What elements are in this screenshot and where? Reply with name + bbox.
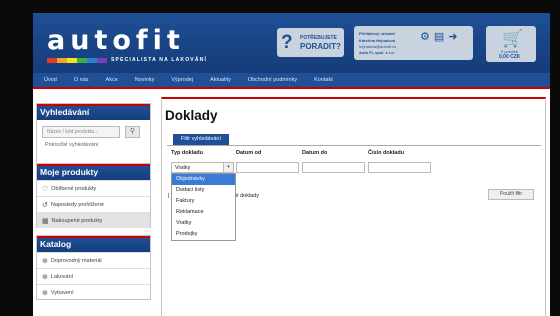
user-panel: Přihlášený uživatel Kateřina Hejnalová h… <box>354 26 473 60</box>
sidebar-item-painting[interactable]: ⊕ Lakování <box>37 268 150 284</box>
nav-item-novinky[interactable]: Novinky <box>135 77 155 83</box>
sidebar-item-label: Lakování <box>50 273 74 280</box>
nav-item-uvod[interactable]: Úvod <box>44 77 57 83</box>
tagline-row: SPECIALISTA NA LAKOVÁNÍ <box>47 57 207 63</box>
tab-filter[interactable]: Filtr vyhledávání <box>173 134 229 145</box>
nav-item-kontakt[interactable]: Kontakt <box>314 77 333 83</box>
user-company: Auto FI, spol. s r.o. <box>359 50 395 55</box>
nav-item-obchodni-podminky[interactable]: Obchodní podmínky <box>248 77 297 83</box>
advice-button[interactable]: ? POTŘEBUJETE PORADIT? <box>277 28 344 57</box>
date-to-input[interactable] <box>302 162 365 173</box>
nav-divider <box>33 87 550 89</box>
search-box-title: Vyhledávání <box>37 104 150 120</box>
plus-circle-icon: ⊕ <box>42 257 48 265</box>
color-stripes <box>47 57 107 63</box>
history-icon: ↺ <box>42 201 48 209</box>
search-icon: ⚲ <box>129 128 136 135</box>
user-label: Přihlášený uživatel <box>359 31 396 36</box>
dropdown-option-invoices[interactable]: Faktury <box>172 196 235 207</box>
nav-item-o-nas[interactable]: O nás <box>74 77 89 83</box>
advice-bottom-label: PORADIT? <box>300 42 341 51</box>
products-box-title: Moje produkty <box>37 164 150 180</box>
nav-item-aktuality[interactable]: Aktuality <box>210 77 231 83</box>
sidebar-item-label: Doprovodný materiál <box>50 257 102 264</box>
nav-item-akce[interactable]: Akce <box>106 77 118 83</box>
sidebar-item-label: Naposledy prohlížené <box>50 201 105 208</box>
sidebar-item-purchased[interactable]: ▦ Nakoupené produkty <box>37 212 150 228</box>
date-from-input[interactable] <box>236 162 299 173</box>
cart-button[interactable]: 🛒 0 položek 0,00 CZK <box>486 26 536 62</box>
user-actions: ⚙ ▤ ➜ <box>420 30 458 43</box>
purchased-icon: ▦ <box>42 217 49 225</box>
number-input[interactable] <box>368 162 431 173</box>
page-title: Doklady <box>165 108 218 123</box>
dropdown-option-receipts[interactable]: Prodejky <box>172 229 235 240</box>
sidebar-item-favorites[interactable]: ♡ Oblíbené produkty <box>37 180 150 196</box>
sidebar-item-label: Nakoupené produkty <box>51 217 103 224</box>
documents-panel: Doklady Filtr vyhledávání Typ dokladu Da… <box>161 97 546 316</box>
question-icon: ? <box>281 32 293 53</box>
catalog-box-title: Katalog <box>37 236 150 252</box>
user-settings-icon[interactable]: ⚙ <box>420 30 430 43</box>
logo[interactable]: autofit <box>47 27 185 55</box>
products-box: Moje produkty ♡ Oblíbené produkty ↺ Naposl… <box>36 163 151 228</box>
type-label: Typ dokladu <box>171 150 203 156</box>
advice-top-label: POTŘEBUJETE <box>300 35 337 41</box>
type-select-value: Vratky <box>175 165 191 171</box>
search-box: Vyhledávání Název / kód produktu... ⚲ Po… <box>36 103 151 165</box>
chevron-down-icon: ▾ <box>223 163 233 172</box>
apply-filter-button[interactable]: Použít filtr <box>488 189 534 200</box>
cart-icon: 🛒 <box>502 29 524 48</box>
plus-circle-icon: ⊕ <box>42 273 48 281</box>
type-select[interactable]: Vratky ▾ <box>171 162 234 173</box>
sidebar-item-accompanying-material[interactable]: ⊕ Doprovodný materiál <box>37 252 150 268</box>
page: autofit SPECIALISTA NA LAKOVÁNÍ ? POTŘEB… <box>33 13 550 316</box>
catalog-box: Katalog ⊕ Doprovodný materiál ⊕ Lakování ⊕… <box>36 235 151 300</box>
dropdown-option-delivery-notes[interactable]: Dodací listy <box>172 185 235 196</box>
user-name: Kateřina Hejnalová <box>359 38 396 43</box>
filter-divider <box>167 145 541 146</box>
advanced-search-link[interactable]: Pokročilé vyhledávání <box>45 142 99 148</box>
date-to-label: Datum do <box>302 150 328 156</box>
tagline: SPECIALISTA NA LAKOVÁNÍ <box>111 57 208 63</box>
dropdown-option-orders[interactable]: Objednávky <box>172 174 235 185</box>
nav-item-vyprodej[interactable]: Výprodej <box>171 77 193 83</box>
sidebar-item-label: Vybavení <box>50 289 74 296</box>
search-input[interactable]: Název / kód produktu... <box>42 126 120 138</box>
cart-price: 0,00 CZK <box>499 54 521 60</box>
type-dropdown: Objednávky Dodací listy Faktury Reklamac… <box>171 173 236 241</box>
search-button[interactable]: ⚲ <box>125 126 140 138</box>
dropdown-option-complaints[interactable]: Reklamace <box>172 207 235 218</box>
sidebar-item-equipment[interactable]: ⊕ Vybavení <box>37 284 150 300</box>
sidebar-item-recent[interactable]: ↺ Naposledy prohlížené <box>37 196 150 212</box>
logout-icon[interactable]: ➜ <box>448 30 457 43</box>
user-email: hejnalova@autofit.cz <box>359 44 397 49</box>
date-from-label: Datum od <box>236 150 262 156</box>
number-label: Číslo dokladu <box>368 150 405 156</box>
plus-circle-icon: ⊕ <box>42 289 48 297</box>
main-nav: Úvod O nás Akce Novinky Výprodej Aktuali… <box>33 73 550 87</box>
dropdown-option-returns[interactable]: Vratky <box>172 218 235 229</box>
document-icon[interactable]: ▤ <box>434 30 444 43</box>
site-header: autofit SPECIALISTA NA LAKOVÁNÍ ? POTŘEB… <box>33 13 550 73</box>
heart-icon: ♡ <box>42 185 49 193</box>
sidebar-item-label: Oblíbené produkty <box>51 185 97 192</box>
